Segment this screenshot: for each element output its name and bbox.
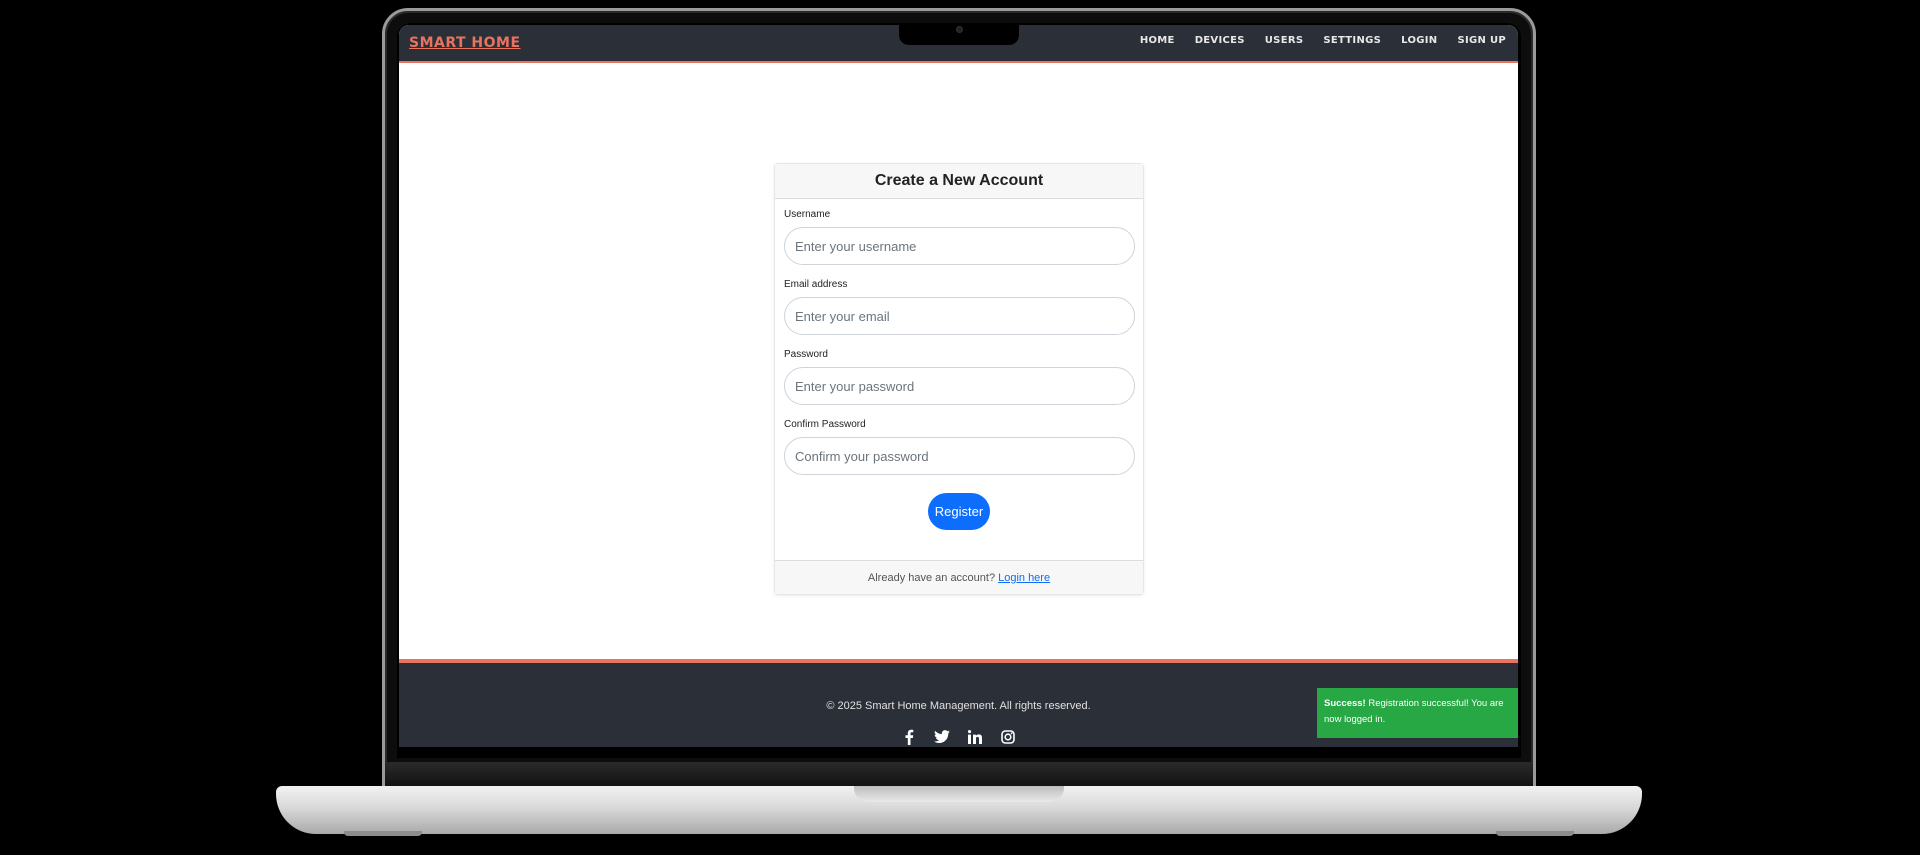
page-title: Create a New Account xyxy=(874,172,1044,189)
confirm-password-field[interactable] xyxy=(784,437,1135,475)
password-label: Password xyxy=(784,349,828,360)
login-prompt: Already have an account? xyxy=(867,571,996,584)
submit-row: Register xyxy=(784,493,1134,530)
success-toast: Success! Registration successful! You ar… xyxy=(1317,688,1518,738)
laptop-foot-right xyxy=(1496,831,1574,836)
nav-links: HOME DEVICES USERS SETTINGS LOGIN SIGN U… xyxy=(1130,35,1516,46)
webcam xyxy=(956,26,963,33)
email-field[interactable] xyxy=(784,297,1135,335)
register-button[interactable]: Register xyxy=(928,493,990,530)
nav-signup[interactable]: SIGN UP xyxy=(1447,35,1516,46)
confirm-password-label: Confirm Password xyxy=(784,419,866,430)
toast-title: Success! xyxy=(1324,698,1366,709)
register-card: Create a New Account Username Email addr… xyxy=(774,163,1144,595)
twitter-icon[interactable] xyxy=(934,729,950,745)
card-footer: Already have an account? Login here xyxy=(775,560,1143,594)
nav-login[interactable]: LOGIN xyxy=(1391,35,1447,46)
trackpad-notch xyxy=(854,786,1064,802)
register-form: Username Email address Password Confirm … xyxy=(775,199,1143,530)
nav-devices[interactable]: DEVICES xyxy=(1185,35,1255,46)
login-link[interactable]: Login here xyxy=(998,572,1050,584)
nav-home[interactable]: HOME xyxy=(1130,35,1185,46)
instagram-icon[interactable] xyxy=(1000,729,1016,745)
social-links xyxy=(901,729,1016,745)
brand-logo[interactable]: SMART HOME xyxy=(409,35,521,51)
facebook-icon[interactable] xyxy=(901,729,917,745)
card-header: Create a New Account xyxy=(775,164,1143,199)
nav-settings[interactable]: SETTINGS xyxy=(1313,35,1391,46)
username-field[interactable] xyxy=(784,227,1135,265)
password-field[interactable] xyxy=(784,367,1135,405)
laptop-foot-left xyxy=(344,831,422,836)
nav-users[interactable]: USERS xyxy=(1255,35,1314,46)
laptop-hinge xyxy=(385,762,1533,788)
email-label: Email address xyxy=(784,279,848,290)
browser-viewport: SMART HOME HOME DEVICES USERS SETTINGS L… xyxy=(399,25,1518,747)
username-label: Username xyxy=(784,209,831,220)
linkedin-icon[interactable] xyxy=(967,729,983,745)
